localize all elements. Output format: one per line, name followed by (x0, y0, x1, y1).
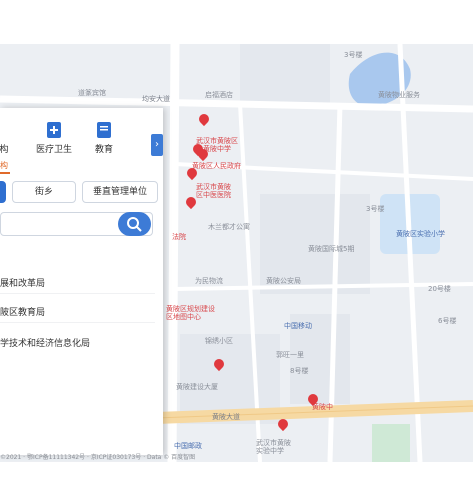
category-education[interactable]: 教育 (88, 122, 120, 155)
category-label: 医疗卫生 (35, 145, 72, 155)
map-label: 实验中学 (256, 447, 284, 455)
map-label: 3号楼 (344, 51, 363, 59)
map-label: 木兰都才公寓 (208, 223, 250, 231)
map-label: 区中医医院 (196, 191, 231, 199)
map-label: 为民物流 (195, 277, 223, 285)
map-label: 黄陂物业服务 (378, 91, 420, 99)
map-label: 黄陂国际城5期 (308, 245, 355, 253)
map-label: 黄陂区实验小学 (396, 230, 445, 238)
map-label: 郭旺一里 (276, 351, 304, 359)
road-label: 黄陂大道 (212, 413, 240, 421)
filter-chip-active[interactable] (0, 181, 6, 203)
map-label: 黄陂区人民政府 (192, 162, 241, 170)
search-button[interactable] (118, 212, 151, 236)
chevron-right-icon: › (155, 139, 159, 150)
divider (0, 293, 155, 294)
map-label: 黄陂公安局 (266, 277, 301, 285)
map-label: 中国邮政 (174, 442, 202, 450)
collapse-panel-button[interactable]: › (151, 134, 163, 156)
map-label: 锦绣小区 (205, 337, 233, 345)
result-item[interactable]: 展和改革局 (0, 276, 45, 289)
category-label: 构 (0, 145, 9, 155)
category-office[interactable]: 构 (0, 122, 16, 155)
search-icon (127, 217, 142, 232)
bottom-bar (0, 462, 473, 477)
map-label: 中国移动 (284, 322, 312, 330)
map-label: 法院 (172, 233, 186, 241)
top-bar (0, 0, 473, 45)
tab-underline (0, 172, 10, 174)
map-label: 20号楼 (428, 285, 451, 293)
category-medical[interactable]: 医疗卫生 (30, 122, 78, 155)
result-item[interactable]: 陂区教育局 (0, 305, 45, 318)
map-label: 3号楼 (366, 205, 385, 213)
map-attribution: ©2021 · 鄂ICP备11111342号 · 京ICP证030173号 · … (0, 454, 196, 461)
map-label: 区地图中心 (166, 313, 201, 321)
filter-chip-vertical[interactable]: 垂直管理单位 (82, 181, 158, 203)
category-label: 教育 (94, 145, 113, 155)
tab-active[interactable]: 构 (0, 160, 8, 171)
medical-kit-icon (47, 122, 61, 138)
filter-chip-street[interactable]: 街乡 (12, 181, 76, 203)
divider (0, 322, 155, 323)
map-label: 道篆宾馆 (78, 89, 106, 97)
road-label: 均安大道 (142, 95, 170, 103)
park-area (372, 424, 410, 462)
result-item[interactable]: 学技术和经济信息化局 (0, 336, 90, 349)
map-label: 黄陂建设大厦 (176, 383, 218, 391)
book-icon (97, 122, 111, 138)
map-label: 8号楼 (290, 367, 309, 375)
map-label: 6号楼 (438, 317, 457, 325)
map-label: 启福酒店 (205, 91, 233, 99)
